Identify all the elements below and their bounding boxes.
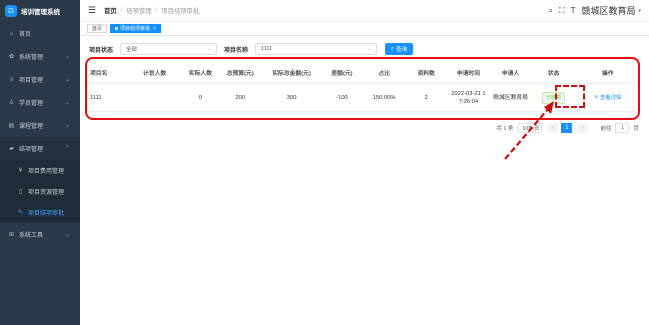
search-button[interactable]: ⌕ 查询 xyxy=(385,43,414,55)
user-icon: ♙ xyxy=(8,100,15,106)
brand: ⊡ 培训管理系统 xyxy=(0,0,80,22)
sidebar-item-label: 项目管理 xyxy=(19,78,44,84)
sidebar-item-project-fees[interactable]: ¥ 项目费用管理 xyxy=(0,160,80,181)
search-icon: ⌕ xyxy=(391,45,395,52)
tags-view: 首页 项目结项审批 × xyxy=(80,22,649,36)
hamburger-icon[interactable]: ☰ xyxy=(88,5,96,16)
briefcase-icon: ▰ xyxy=(9,146,14,152)
app-logo-icon: ⊡ xyxy=(5,5,17,17)
fullscreen-icon[interactable]: ⛶ xyxy=(559,6,565,16)
list-icon: ≡ xyxy=(9,76,14,83)
page-number-button[interactable]: 1 xyxy=(561,123,573,133)
home-icon: ⌂ xyxy=(9,30,14,37)
chevron-down-icon: ⌄ xyxy=(64,77,70,83)
filter-form: 项目状态 全部 ⌄ 项目名称 1111 ⌄ ⌕ 查询 xyxy=(89,43,414,55)
breadcrumb-current: 项目结项审批 xyxy=(161,8,200,15)
sidebar-item-label: 系统工具 xyxy=(19,233,44,239)
font-size-icon[interactable]: T xyxy=(571,6,576,15)
sidebar-item-closing[interactable]: ▰ 结项管理 ⌃ xyxy=(0,137,80,160)
user-name[interactable]: 赣城区教育局 xyxy=(581,4,635,17)
chevron-down-icon: ⌄ xyxy=(64,100,70,106)
gear-icon: ✿ xyxy=(8,54,15,60)
status-filter-label: 项目状态 xyxy=(89,47,114,54)
sidebar-item-tools[interactable]: ⊞ 系统工具 ⌄ xyxy=(0,223,80,246)
breadcrumb-separator: / xyxy=(155,7,158,14)
app-root: ⊡ 培训管理系统 ⌂ 首页 ✿ 系统管理 ⌄ ≡ 项目管理 ⌄ ♙ 学员管理 ⌄… xyxy=(0,0,649,325)
tag-current[interactable]: 项目结项审批 × xyxy=(110,24,161,33)
sidebar: ⊡ 培训管理系统 ⌂ 首页 ✿ 系统管理 ⌄ ≡ 项目管理 ⌄ ♙ 学员管理 ⌄… xyxy=(0,0,80,325)
sidebar-item-courses[interactable]: ▤ 课程管理 ⌄ xyxy=(0,114,80,137)
project-name-value: 1111 xyxy=(261,46,273,52)
top-header: ☰ 首页 / 结项管理 / 项目结项审批 ⌕ ⛶ T 赣城区教育局 ▾ xyxy=(80,0,649,22)
breadcrumb-closing: 结项管理 xyxy=(126,8,152,15)
chevron-down-icon: ⌄ xyxy=(64,54,70,60)
sidebar-submenu: ¥ 项目费用管理 ▯ 项目资源管理 ✎ 项目结项审批 xyxy=(0,160,80,223)
sidebar-item-closing-approval[interactable]: ✎ 项目结项审批 xyxy=(0,202,80,223)
yen-icon: ¥ xyxy=(18,167,23,174)
chevron-up-icon: ⌃ xyxy=(64,146,70,152)
chevron-down-icon: ⌄ xyxy=(366,46,372,52)
tag-label: 项目结项审批 xyxy=(120,26,151,32)
search-icon[interactable]: ⌕ xyxy=(548,6,552,16)
sidebar-item-label: 项目结项审批 xyxy=(28,211,65,217)
app-title: 培训管理系统 xyxy=(21,9,60,16)
sidebar-item-label: 项目费用管理 xyxy=(28,169,65,175)
chevron-down-icon: ⌄ xyxy=(64,232,70,238)
tag-label: 首页 xyxy=(92,26,103,32)
chevron-down-icon: ⌄ xyxy=(64,123,70,129)
tag-home[interactable]: 首页 xyxy=(87,24,108,33)
edit-icon: ✎ xyxy=(17,210,24,216)
annotation-arrow-icon xyxy=(504,101,554,160)
next-page-button[interactable]: › xyxy=(577,123,589,133)
sidebar-item-students[interactable]: ♙ 学员管理 ⌄ xyxy=(0,91,80,114)
goto-label: 前往 xyxy=(600,126,612,132)
breadcrumb-home[interactable]: 首页 xyxy=(104,6,117,15)
close-icon[interactable]: × xyxy=(153,26,156,32)
search-button-label: 查询 xyxy=(396,47,408,53)
name-filter-label: 项目名称 xyxy=(224,47,249,54)
page-unit-label: 页 xyxy=(633,126,639,132)
status-select-value: 全部 xyxy=(126,47,138,53)
active-dot-icon xyxy=(115,27,119,30)
sidebar-item-project[interactable]: ≡ 项目管理 ⌄ xyxy=(0,68,80,91)
header-actions: ⌕ ⛶ T 赣城区教育局 ▾ xyxy=(542,4,641,17)
sidebar-item-home[interactable]: ⌂ 首页 xyxy=(0,22,80,45)
status-select[interactable]: 全部 ⌄ xyxy=(120,43,218,55)
sidebar-item-system[interactable]: ✿ 系统管理 ⌄ xyxy=(0,45,80,68)
goto-page-input[interactable]: 1 xyxy=(615,123,630,133)
sidebar-item-label: 课程管理 xyxy=(19,124,44,130)
breadcrumb-separator: / xyxy=(120,7,123,14)
sidebar-item-label: 项目资源管理 xyxy=(28,190,65,196)
chevron-down-icon: ⌄ xyxy=(206,46,212,52)
sidebar-item-label: 学员管理 xyxy=(19,101,44,107)
file-icon: ▯ xyxy=(18,189,23,195)
sidebar-item-project-resources[interactable]: ▯ 项目资源管理 xyxy=(0,181,80,202)
sidebar-item-label: 结项管理 xyxy=(19,147,44,153)
sidebar-item-label: 首页 xyxy=(19,32,32,38)
toolbox-icon: ⊞ xyxy=(8,232,15,238)
sidebar-item-label: 系统管理 xyxy=(19,55,44,61)
project-name-input[interactable]: 1111 ⌄ xyxy=(255,43,378,55)
caret-down-icon[interactable]: ▾ xyxy=(638,8,641,14)
breadcrumb: 首页 / 结项管理 / 项目结项审批 xyxy=(104,6,199,15)
book-icon: ▤ xyxy=(8,123,15,129)
